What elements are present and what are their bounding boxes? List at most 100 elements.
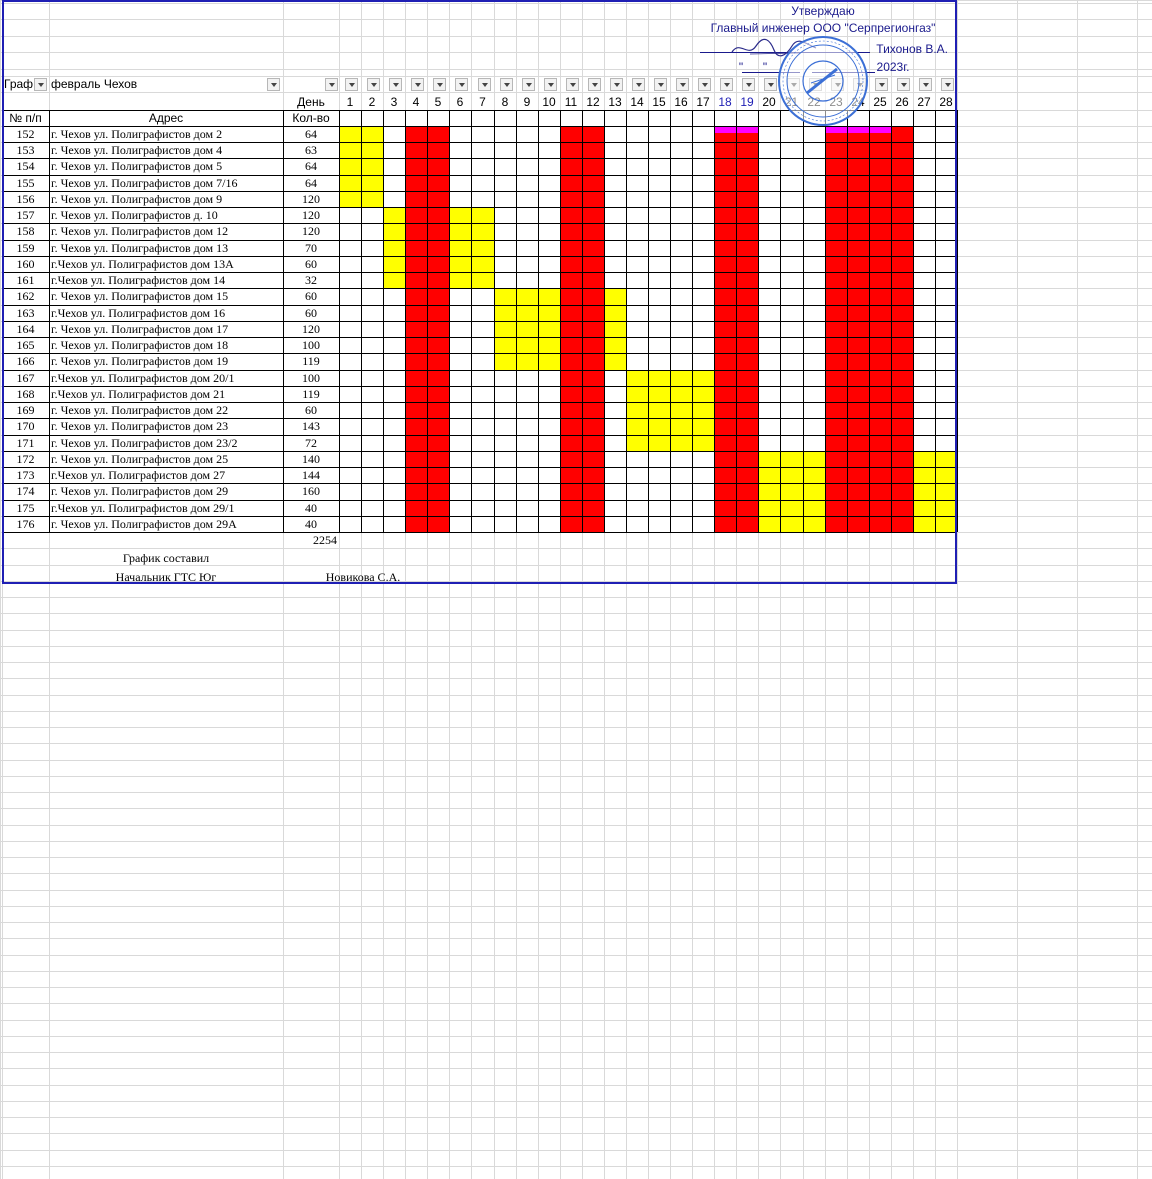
row-number-164: 164 (16, 322, 35, 336)
filter-dropdown-day-27-button[interactable] (919, 78, 932, 91)
row-address-164[interactable]: г. Чехов ул. Полиграфистов дом 17 (49, 321, 283, 337)
filter-cell-month-city[interactable]: февраль Чехов (49, 76, 249, 92)
header-day-27: 27 (917, 95, 931, 109)
approval-year: 2023г. (876, 60, 910, 74)
row-qty-169: 60 (305, 403, 317, 417)
header-day-3: 3 (390, 95, 398, 109)
row-address-157[interactable]: г. Чехов ул. Полиграфистов д. 10 (49, 207, 283, 223)
row-number-159: 159 (16, 241, 35, 255)
filter-dropdown-day-20-button[interactable] (764, 78, 777, 91)
row-qty-167: 100 (302, 371, 320, 385)
filter-dropdown-graf-button[interactable] (34, 78, 47, 91)
row-address-156[interactable]: г. Чехов ул. Полиграфистов дом 9 (49, 191, 283, 207)
header-day-17: 17 (696, 95, 710, 109)
row-number-161: 161 (16, 273, 35, 287)
row-address-173[interactable]: г.Чехов ул. Полиграфистов дом 27 (49, 467, 283, 483)
filter-dropdown-day-17-button[interactable] (698, 78, 711, 91)
filter-dropdown-day-18-button[interactable] (720, 78, 733, 91)
filter-dropdown-day-25-button[interactable] (875, 78, 888, 91)
header-day-4: 4 (412, 95, 420, 109)
row-address-167[interactable]: г.Чехов ул. Полиграфистов дом 20/1 (49, 370, 283, 386)
row-address-162[interactable]: г. Чехов ул. Полиграфистов дом 15 (49, 288, 283, 305)
filter-dropdown-day-3-button[interactable] (389, 78, 402, 91)
header-day-7: 7 (479, 95, 486, 109)
row-qty-161: 32 (305, 273, 317, 287)
row-number-171: 171 (16, 436, 35, 450)
schedule-fill-red-day-5 (427, 126, 449, 532)
row-qty-174: 160 (302, 484, 320, 498)
row-number-168: 168 (16, 387, 35, 401)
filter-dropdown-day-26-button[interactable] (897, 78, 910, 91)
footer-name: Новикова С.А. (325, 570, 401, 584)
row-address-166[interactable]: г. Чехов ул. Полиграфистов дом 19 (49, 353, 283, 370)
filter-dropdown-day-11-button[interactable] (566, 78, 579, 91)
filter-dropdown-day-13-button[interactable] (610, 78, 623, 91)
row-number-172: 172 (16, 452, 35, 466)
filter-dropdown-qty-button[interactable] (325, 78, 338, 91)
row-address-158[interactable]: г. Чехов ул. Полиграфистов дом 12 (49, 223, 283, 240)
schedule-fill-red-day-24 (847, 126, 869, 532)
row-address-160[interactable]: г.Чехов ул. Полиграфистов дом 13А (49, 256, 283, 272)
row-address-171[interactable]: г. Чехов ул. Полиграфистов дом 23/2 (49, 435, 283, 451)
filter-dropdown-day-16-button[interactable] (676, 78, 689, 91)
row-qty-163: 60 (305, 306, 317, 320)
row-number-174: 174 (16, 484, 35, 498)
spreadsheet-grid[interactable]: Утверждаю Главный инженер ООО "Серпрегион… (0, 0, 1152, 1179)
row-qty-156: 120 (302, 192, 320, 206)
filter-dropdown-day-14-button[interactable] (632, 78, 645, 91)
row-address-169[interactable]: г. Чехов ул. Полиграфистов дом 22 (49, 402, 283, 418)
row-address-170[interactable]: г. Чехов ул. Полиграфистов дом 23 (49, 418, 283, 435)
total-qty: 2254 (313, 533, 337, 547)
row-number-166: 166 (16, 354, 35, 368)
filter-dropdown-day-4-button[interactable] (411, 78, 424, 91)
filter-dropdown-address-button[interactable] (267, 78, 280, 91)
schedule-fill-yellow-block-1 (383, 207, 405, 288)
row-address-153[interactable]: г. Чехов ул. Полиграфистов дом 4 (49, 142, 283, 158)
schedule-fill-red-day-11 (560, 126, 582, 532)
filter-dropdown-day-5-button[interactable] (433, 78, 446, 91)
filter-dropdown-day-10-button[interactable] (544, 78, 557, 91)
filter-dropdown-day-12-button[interactable] (588, 78, 601, 91)
row-address-155[interactable]: г. Чехов ул. Полиграфистов дом 7/16 (49, 175, 283, 191)
header-day-16: 16 (674, 95, 688, 109)
header-day-6: 6 (456, 95, 464, 109)
filter-dropdown-day-2-button[interactable] (367, 78, 380, 91)
schedule-fill-yellow-block-3 (494, 288, 560, 370)
schedule-fill-red-day-23 (825, 126, 847, 532)
filter-dropdown-day-15-button[interactable] (654, 78, 667, 91)
header-day-8: 8 (501, 95, 509, 109)
row-address-161[interactable]: г.Чехов ул. Полиграфистов дом 14 (49, 272, 283, 288)
row-qty-154: 64 (305, 159, 317, 173)
row-number-156: 156 (16, 192, 35, 206)
row-address-163[interactable]: г.Чехов ул. Полиграфистов дом 16 (49, 305, 283, 321)
row-address-174[interactable]: г. Чехов ул. Полиграфистов дом 29 (49, 483, 283, 500)
row-address-154[interactable]: г. Чехов ул. Полиграфистов дом 5 (49, 158, 283, 175)
schedule-fill-red-day-25 (869, 126, 891, 532)
filter-dropdown-day-1-button[interactable] (345, 78, 358, 91)
approval-position: Главный инженер ООО "Серпрегионгаз" (710, 21, 936, 35)
row-qty-152: 64 (305, 127, 317, 141)
row-address-172[interactable]: г. Чехов ул. Полиграфистов дом 25 (49, 451, 283, 467)
filter-dropdown-day-7-button[interactable] (478, 78, 491, 91)
row-number-155: 155 (16, 176, 35, 190)
row-address-175[interactable]: г.Чехов ул. Полиграфистов дом 29/1 (49, 500, 283, 516)
filter-dropdown-day-9-button[interactable] (522, 78, 535, 91)
row-qty-153: 63 (305, 143, 317, 157)
row-address-168[interactable]: г.Чехов ул. Полиграфистов дом 21 (49, 386, 283, 402)
row-qty-166: 119 (302, 354, 320, 368)
filter-dropdown-day-19-button[interactable] (742, 78, 755, 91)
row-number-165: 165 (16, 338, 35, 352)
row-address-165[interactable]: г. Чехов ул. Полиграфистов дом 18 (49, 337, 283, 353)
filter-dropdown-day-8-button[interactable] (500, 78, 513, 91)
approval-title: Утверждаю (791, 4, 855, 18)
row-qty-158: 120 (302, 224, 320, 238)
filter-dropdown-day-6-button[interactable] (455, 78, 468, 91)
row-address-152[interactable]: г. Чехов ул. Полиграфистов дом 2 (49, 126, 283, 142)
header-day-10: 10 (542, 95, 556, 109)
row-qty-173: 144 (302, 468, 320, 482)
row-address-159[interactable]: г. Чехов ул. Полиграфистов дом 13 (49, 240, 283, 256)
filter-dropdown-day-28-button[interactable] (941, 78, 954, 91)
header-day-5: 5 (434, 95, 442, 109)
schedule-fill-red-day-4 (405, 126, 427, 532)
row-address-176[interactable]: г. Чехов ул. Полиграфистов дом 29А (49, 516, 283, 532)
